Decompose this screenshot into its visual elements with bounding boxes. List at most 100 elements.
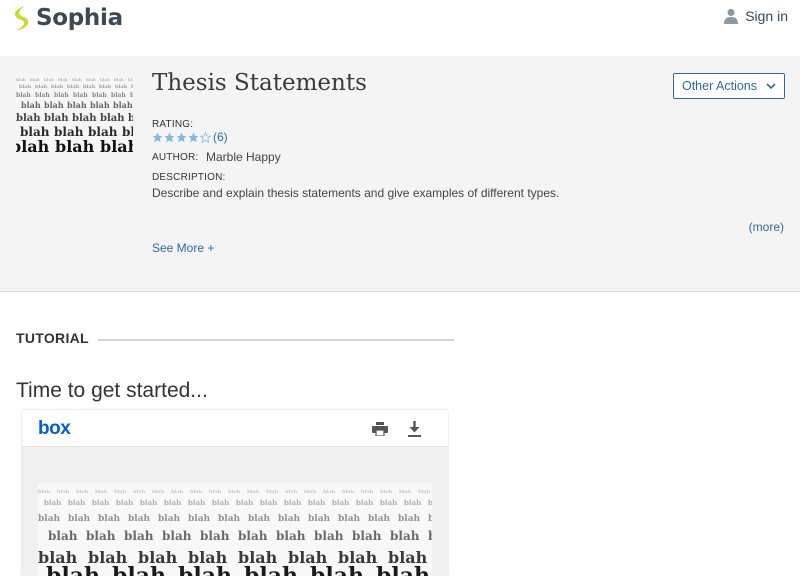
blah-word: blah [418,489,431,495]
sophia-logo[interactable]: Sophia [10,4,123,32]
blah-word: blah [218,514,241,524]
blah-word: blah [284,498,301,507]
blah-word: blah [16,113,41,124]
blah-word: blah [390,529,420,543]
blah-word: blah [44,113,69,124]
blah-word: blah [38,514,61,524]
star-filled-icon [176,132,187,142]
blah-word: blah [133,489,146,495]
print-icon[interactable] [372,422,388,436]
author-label: AUTHOR: [152,152,199,163]
blah-word: blah [55,137,95,152]
blah-word: blah [115,84,128,90]
blah-word: blah [190,489,203,495]
blah-word: blah [92,92,107,99]
blah-word: blah [188,514,211,524]
star-empty-icon [200,131,211,143]
description-label: DESCRIPTION: [152,172,226,183]
rating-stars: (6) [152,130,228,144]
blah-word: blah [16,92,31,99]
blah-word: blah [35,92,50,99]
blah-word: blah [152,489,165,495]
blah-word: blah [130,92,133,99]
blah-word: blah [76,489,89,495]
resource-thumbnail: blahblahblahblahblahblahblahblahblahblah… [16,73,133,152]
blah-word: blah [73,92,88,99]
brand-name: Sophia [36,5,123,31]
star-row [152,131,212,143]
see-more-link[interactable]: See More + [152,241,214,255]
blah-word: blah [338,514,361,524]
blah-word: blah [332,498,349,507]
blah-word: blah [72,113,97,124]
other-actions-dropdown[interactable]: Other Actions [673,73,785,99]
blah-word: blah [30,77,40,82]
blah-word: blah [248,514,271,524]
blah-word: blah [68,498,85,507]
blah-word: blah [188,498,205,507]
blah-word: blah [46,563,100,576]
blah-word: blah [92,498,109,507]
blah-word: blah [90,100,110,110]
blah-word: blah [236,498,253,507]
blah-word: blah [428,514,432,524]
blah-word: blah [238,529,268,543]
blah-word: blah [100,113,125,124]
blah-word: blah [112,563,166,576]
blah-word: blah [68,514,91,524]
blah-word: blah [368,514,391,524]
blah-word: blah [100,77,110,82]
blah-word: blah [428,529,432,543]
blah-word: blah [54,92,69,99]
blah-word: blah [51,84,64,90]
blah-word: blah [86,77,96,82]
blah-word: blah [380,489,393,495]
description-text: Describe and explain thesis statements a… [152,186,560,200]
viewer-toolbar: box [22,410,448,447]
blah-word: blah [44,498,61,507]
blah-word: blah [276,529,306,543]
blah-word: blah [404,498,421,507]
blah-document-image: blah blah blah blah blah blah blah blah blah blah… [38,483,432,576]
blah-word: blah [116,498,133,507]
blah-word: blah [38,489,51,495]
blah-word: blah [323,489,336,495]
star-filled-icon [164,132,175,142]
download-icon[interactable] [408,421,421,437]
blah-word: blah [285,489,298,495]
blah-word: blah [113,100,133,110]
blah-word: blah [98,514,121,524]
sign-in-button[interactable]: Sign in [724,8,788,24]
blah-word: blah [83,84,96,90]
more-link[interactable]: (more) [749,220,784,234]
rating-label: RATING: [152,119,194,130]
tutorial-heading: TUTORIAL [16,330,89,346]
blah-word: blah [131,84,133,90]
blah-word: blah [266,489,279,495]
blah-word: blah [21,100,41,110]
box-logo[interactable]: box [38,418,71,440]
blah-word: blah [247,489,260,495]
blah-word: blah [99,84,112,90]
box-document-viewer: box blah blah blah blah blah blah blah blah blah… [22,410,448,576]
tutorial-divider [98,339,454,341]
sign-in-label: Sign in [745,8,788,24]
blah-word: blah [244,563,298,576]
user-icon [724,9,739,24]
blah-word: blah [171,489,184,495]
blah-word: blah [58,77,68,82]
other-actions-label: Other Actions [681,79,758,93]
blah-word: blah [100,137,133,152]
rating-count-link[interactable]: (6) [213,130,228,144]
blah-word: blah [314,529,344,543]
blah-word: blah [72,77,82,82]
star-filled-icon [188,132,199,142]
blah-word: blah [128,77,133,82]
blah-word: blah [57,489,70,495]
resource-title: Thesis Statements [152,70,367,96]
blah-thumbnail-image: blahblahblahblahblahblahblahblahblahblah… [16,73,133,152]
document-page-preview[interactable]: blah blah blah blah blah blah blah blah blah blah… [38,483,432,576]
blah-word: blah [398,514,421,524]
blah-word: blah [310,563,364,576]
blah-word: blah [44,100,64,110]
